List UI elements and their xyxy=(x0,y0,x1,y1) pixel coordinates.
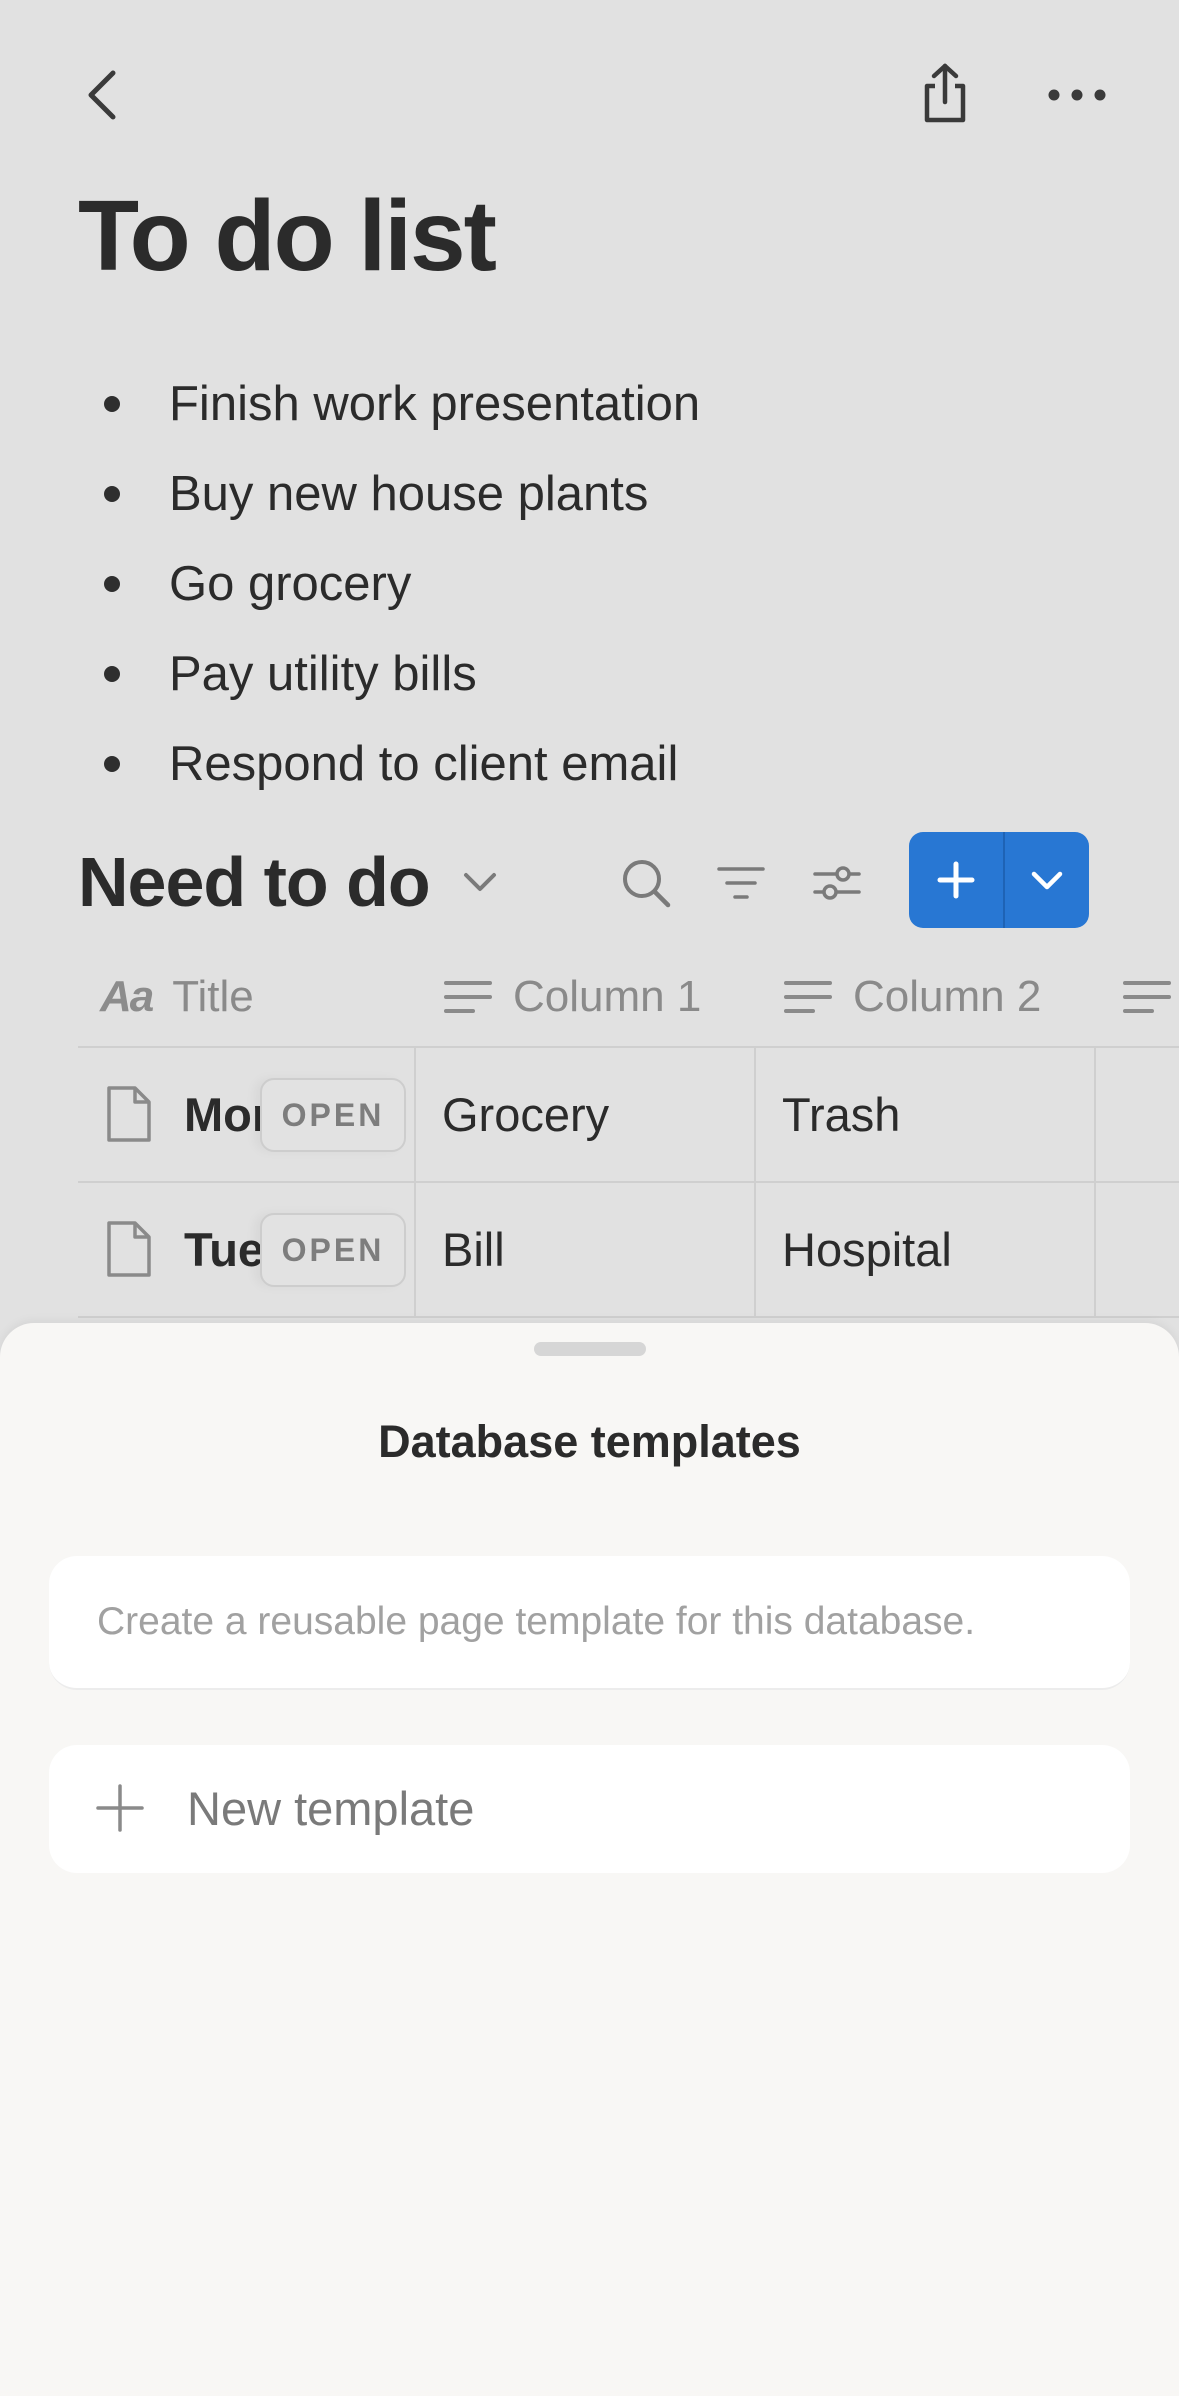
column-header-title[interactable]: Aa Title xyxy=(100,946,254,1048)
database-table: Aa Title Column 1 Column 2 Mo OPEN Groce… xyxy=(78,946,1179,1318)
title-cell[interactable]: Tue OPEN xyxy=(78,1183,416,1316)
bullet-dot xyxy=(104,576,120,592)
view-settings-button[interactable] xyxy=(808,854,866,912)
table-header-row: Aa Title Column 1 Column 2 xyxy=(78,946,1179,1048)
new-entry-split-button xyxy=(909,832,1089,928)
chevron-down-icon xyxy=(1031,871,1063,890)
column-1-cell[interactable]: Grocery xyxy=(416,1048,756,1181)
sheet-drag-handle[interactable] xyxy=(534,1342,646,1356)
list-item-text: Finish work presentation xyxy=(169,377,701,431)
chevron-down-icon[interactable] xyxy=(458,862,502,902)
title-cell[interactable]: Mon OPEN xyxy=(78,1048,416,1181)
sliders-icon xyxy=(813,866,861,900)
list-item[interactable]: Finish work presentation xyxy=(78,358,1078,448)
top-bar xyxy=(0,0,1179,190)
open-button[interactable]: OPEN xyxy=(260,1078,406,1152)
list-item-text: Pay utility bills xyxy=(169,647,477,701)
text-property-icon: Aa xyxy=(100,972,154,1021)
list-item-text: Buy new house plants xyxy=(169,467,649,521)
column-header-label: Title xyxy=(172,972,254,1021)
row-title: Tue xyxy=(184,1223,264,1276)
chevron-left-icon xyxy=(88,70,116,120)
share-icon xyxy=(924,63,966,123)
new-template-button[interactable]: New template xyxy=(49,1745,1130,1873)
more-options-button[interactable] xyxy=(1040,62,1114,128)
column-1-cell[interactable]: Bill xyxy=(416,1183,756,1316)
list-item[interactable]: Buy new house plants xyxy=(78,448,1078,538)
column-header-more[interactable] xyxy=(1122,946,1179,1048)
new-entry-button[interactable] xyxy=(909,832,1005,928)
page-icon xyxy=(107,1086,151,1142)
back-button[interactable] xyxy=(68,58,134,132)
bullet-dot xyxy=(104,756,120,772)
column-3-cell[interactable] xyxy=(1096,1183,1179,1316)
page-title[interactable]: To do list xyxy=(78,176,497,296)
list-item-text: Go grocery xyxy=(169,557,412,611)
column-header-column-1[interactable]: Column 1 xyxy=(443,946,701,1048)
list-item[interactable]: Respond to client email xyxy=(78,718,1078,808)
column-header-column-2[interactable]: Column 2 xyxy=(783,946,1041,1048)
text-lines-icon xyxy=(1122,977,1172,1017)
plus-icon xyxy=(937,861,975,899)
list-item[interactable]: Pay utility bills xyxy=(78,628,1078,718)
sheet-title: Database templates xyxy=(378,1416,801,1467)
column-3-cell[interactable] xyxy=(1096,1048,1179,1181)
bullet-dot xyxy=(104,666,120,682)
column-2-cell[interactable]: Hospital xyxy=(756,1183,1096,1316)
share-button[interactable] xyxy=(908,54,982,134)
bullet-list: Finish work presentation Buy new house p… xyxy=(78,358,1078,808)
bullet-dot xyxy=(104,486,120,502)
row-title: Mon xyxy=(184,1088,264,1141)
column-header-label: Column 2 xyxy=(853,972,1042,1021)
table-row[interactable]: Mon OPEN Grocery Trash xyxy=(78,1048,1179,1183)
column-header-label: Column 1 xyxy=(513,972,702,1021)
list-item[interactable]: Go grocery xyxy=(78,538,1078,628)
template-description: Create a reusable page template for this… xyxy=(97,1600,976,1643)
database-title[interactable]: Need to do xyxy=(78,842,431,922)
search-icon xyxy=(623,860,671,908)
text-lines-icon xyxy=(783,977,833,1017)
text-lines-icon xyxy=(443,977,493,1017)
template-description-card: Create a reusable page template for this… xyxy=(49,1556,1130,1690)
page-icon xyxy=(107,1221,151,1277)
database-templates-sheet: Database templates Create a reusable pag… xyxy=(0,1323,1179,2396)
app-screen: To do list Finish work presentation Buy … xyxy=(0,0,1179,2396)
new-template-label: New template xyxy=(187,1782,475,1835)
database-header: Need to do xyxy=(0,822,1179,932)
open-button[interactable]: OPEN xyxy=(260,1213,406,1287)
column-2-cell[interactable]: Trash xyxy=(756,1048,1096,1181)
bullet-dot xyxy=(104,396,120,412)
filter-icon xyxy=(717,867,765,899)
template-dropdown-button[interactable] xyxy=(1005,832,1089,928)
more-horizontal-icon xyxy=(1048,89,1106,101)
list-item-text: Respond to client email xyxy=(169,737,679,791)
search-button[interactable] xyxy=(617,854,675,912)
filter-button[interactable] xyxy=(712,854,770,912)
table-row[interactable]: Tue OPEN Bill Hospital xyxy=(78,1183,1179,1318)
plus-icon xyxy=(96,1784,144,1832)
